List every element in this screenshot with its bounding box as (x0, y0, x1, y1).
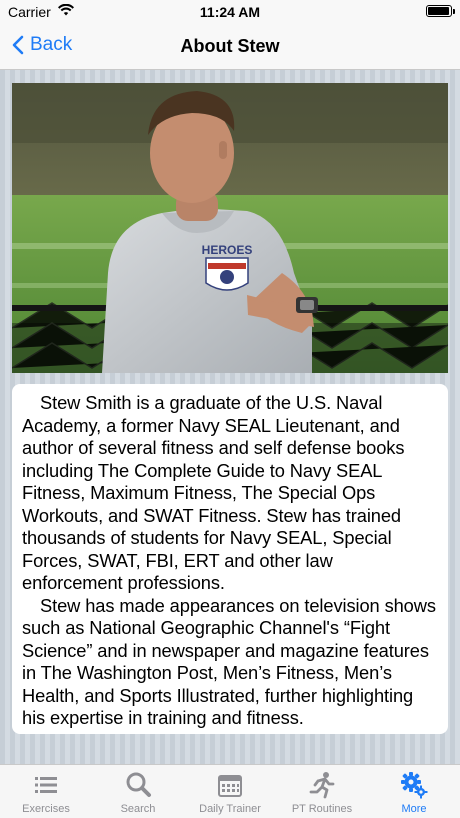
tab-pt-routines[interactable]: PT Routines (276, 765, 368, 818)
bio-paragraph: Stew Smith is a graduate of the U.S. Nav… (22, 392, 405, 593)
tab-label: Search (120, 803, 156, 815)
navigation-bar: Back About Stew (0, 24, 460, 70)
search-icon (126, 772, 151, 797)
battery-icon (426, 5, 455, 17)
tab-exercises[interactable]: Exercises (0, 765, 92, 818)
tab-more[interactable]: More (368, 765, 460, 818)
tab-label: Exercises (22, 803, 70, 815)
list-icon (35, 777, 57, 793)
tab-daily-trainer[interactable]: Daily Trainer (184, 765, 276, 818)
clock: 11:24 AM (199, 4, 261, 20)
tab-label: Daily Trainer (199, 803, 261, 815)
bio-card: Stew Smith is a graduate of the U.S. Nav… (12, 384, 448, 734)
status-bar: Carrier 11:24 AM (0, 0, 460, 24)
tab-label: PT Routines (291, 803, 353, 815)
gears-icon (401, 772, 428, 799)
shirt-logo-text: HEROES (202, 243, 253, 257)
runner-icon (309, 772, 335, 799)
tab-label: More (401, 803, 427, 815)
tab-search[interactable]: Search (92, 765, 184, 818)
tab-bar: Exercises Search Daily Trainer PT Routin… (0, 764, 460, 818)
page-title: About Stew (180, 36, 280, 56)
bio-paragraph: Stew has made appearances on television … (22, 594, 436, 729)
calendar-icon (218, 775, 242, 797)
profile-photo: HEROES (12, 83, 448, 373)
shirt-logo: HEROES (202, 243, 253, 291)
content-area: HEROES Stew Smith is a graduate of the U… (0, 70, 460, 764)
